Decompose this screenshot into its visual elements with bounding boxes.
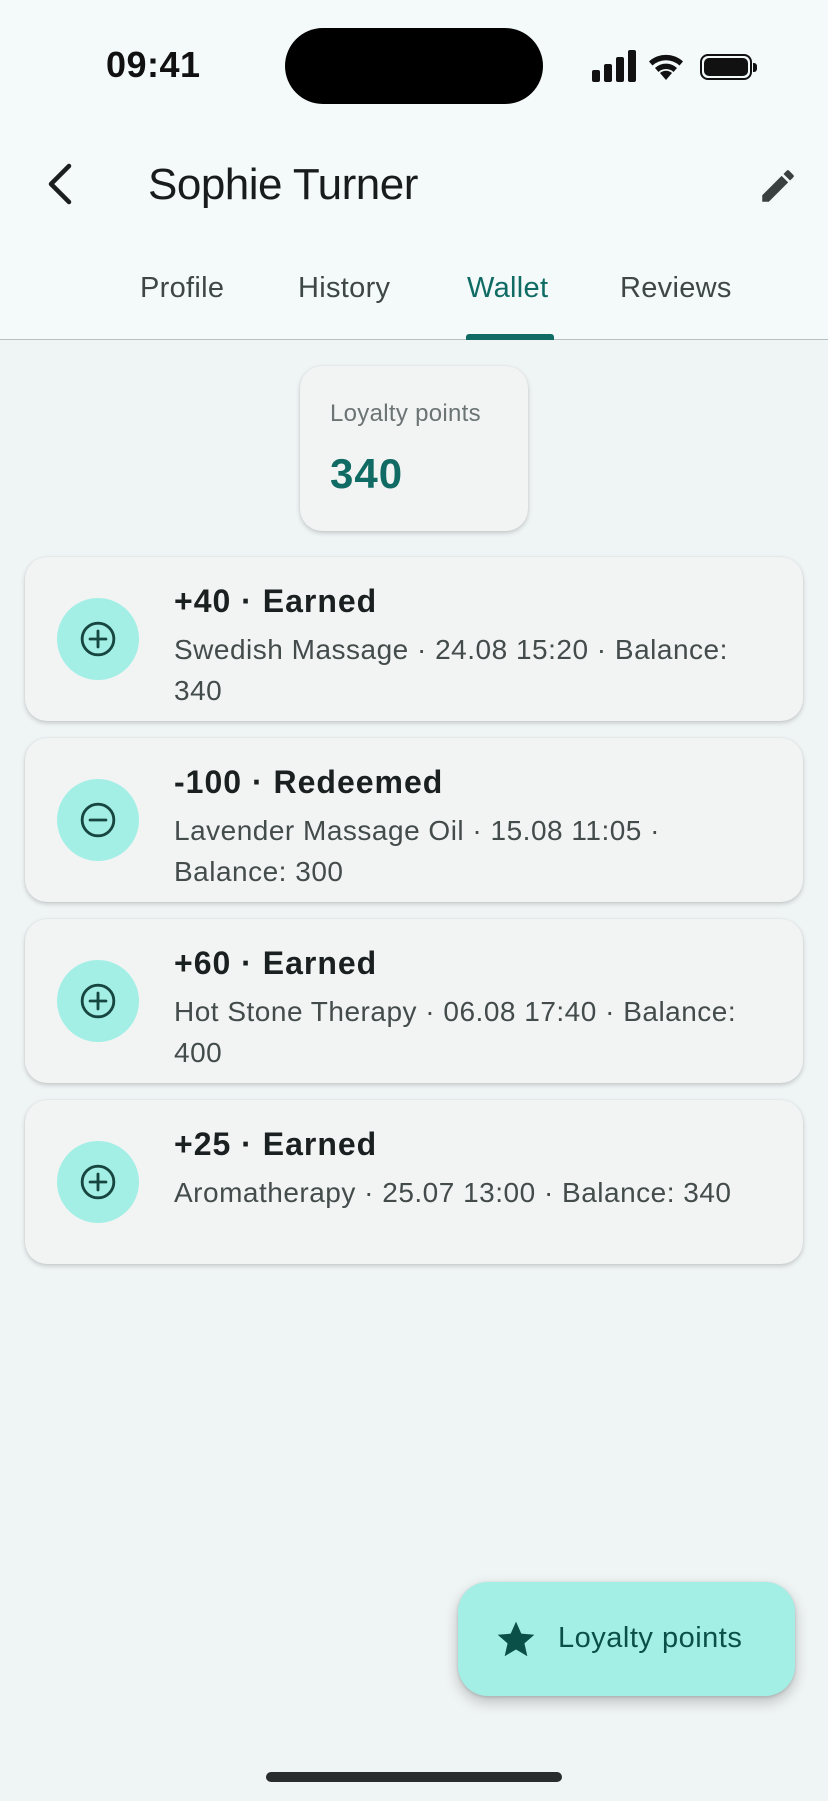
header-area: 09:41 Sophie Turner Profile History Wall… xyxy=(0,0,828,340)
battery-icon xyxy=(700,54,757,80)
transaction-detail: Swedish Massage · 24.08 15:20 · Balance:… xyxy=(174,634,728,706)
fab-label: Loyalty points xyxy=(558,1622,743,1654)
cellular-signal-icon xyxy=(592,48,636,82)
plus-circle-icon xyxy=(57,960,139,1042)
transaction-item[interactable]: +60 · Earned Hot Stone Therapy · 06.08 1… xyxy=(25,919,803,1083)
back-button[interactable] xyxy=(36,156,84,212)
status-time: 09:41 xyxy=(106,44,201,85)
pencil-icon xyxy=(762,170,794,202)
summary-label: Loyalty points xyxy=(330,400,481,427)
tab-indicator xyxy=(466,334,554,340)
plus-circle-icon xyxy=(57,598,139,680)
transaction-title: +25 · Earned xyxy=(174,1126,378,1162)
transaction-detail: Lavender Massage Oil · 15.08 11:05 · Bal… xyxy=(174,815,660,887)
loyalty-points-summary: Loyalty points 340 xyxy=(300,366,528,531)
transaction-title: +60 · Earned xyxy=(174,945,378,981)
chevron-left-icon xyxy=(48,163,72,205)
transaction-detail: Hot Stone Therapy · 06.08 17:40 · Balanc… xyxy=(174,996,737,1068)
plus-circle-icon xyxy=(57,1141,139,1223)
minus-circle-icon xyxy=(57,779,139,861)
loyalty-points-button[interactable]: Loyalty points xyxy=(458,1582,795,1696)
transaction-item[interactable]: +25 · Earned Aromatherapy · 25.07 13:00 … xyxy=(25,1100,803,1264)
transaction-item[interactable]: -100 · Redeemed Lavender Massage Oil · 1… xyxy=(25,738,803,902)
summary-value: 340 xyxy=(330,450,404,497)
star-icon xyxy=(497,1621,535,1657)
transaction-title: +40 · Earned xyxy=(174,583,378,619)
tab-wallet[interactable]: Wallet xyxy=(467,272,548,305)
page-title: Sophie Turner xyxy=(148,160,418,209)
transaction-title: -100 · Redeemed xyxy=(174,764,444,800)
dynamic-island xyxy=(285,28,543,104)
tab-reviews[interactable]: Reviews xyxy=(620,272,732,305)
transaction-item[interactable]: +40 · Earned Swedish Massage · 24.08 15:… xyxy=(25,557,803,721)
tab-history[interactable]: History xyxy=(298,272,390,305)
home-indicator[interactable] xyxy=(266,1772,562,1782)
tab-profile[interactable]: Profile xyxy=(140,272,224,305)
edit-button[interactable] xyxy=(752,160,804,212)
wifi-icon xyxy=(649,54,683,80)
transaction-detail: Aromatherapy · 25.07 13:00 · Balance: 34… xyxy=(174,1177,732,1208)
